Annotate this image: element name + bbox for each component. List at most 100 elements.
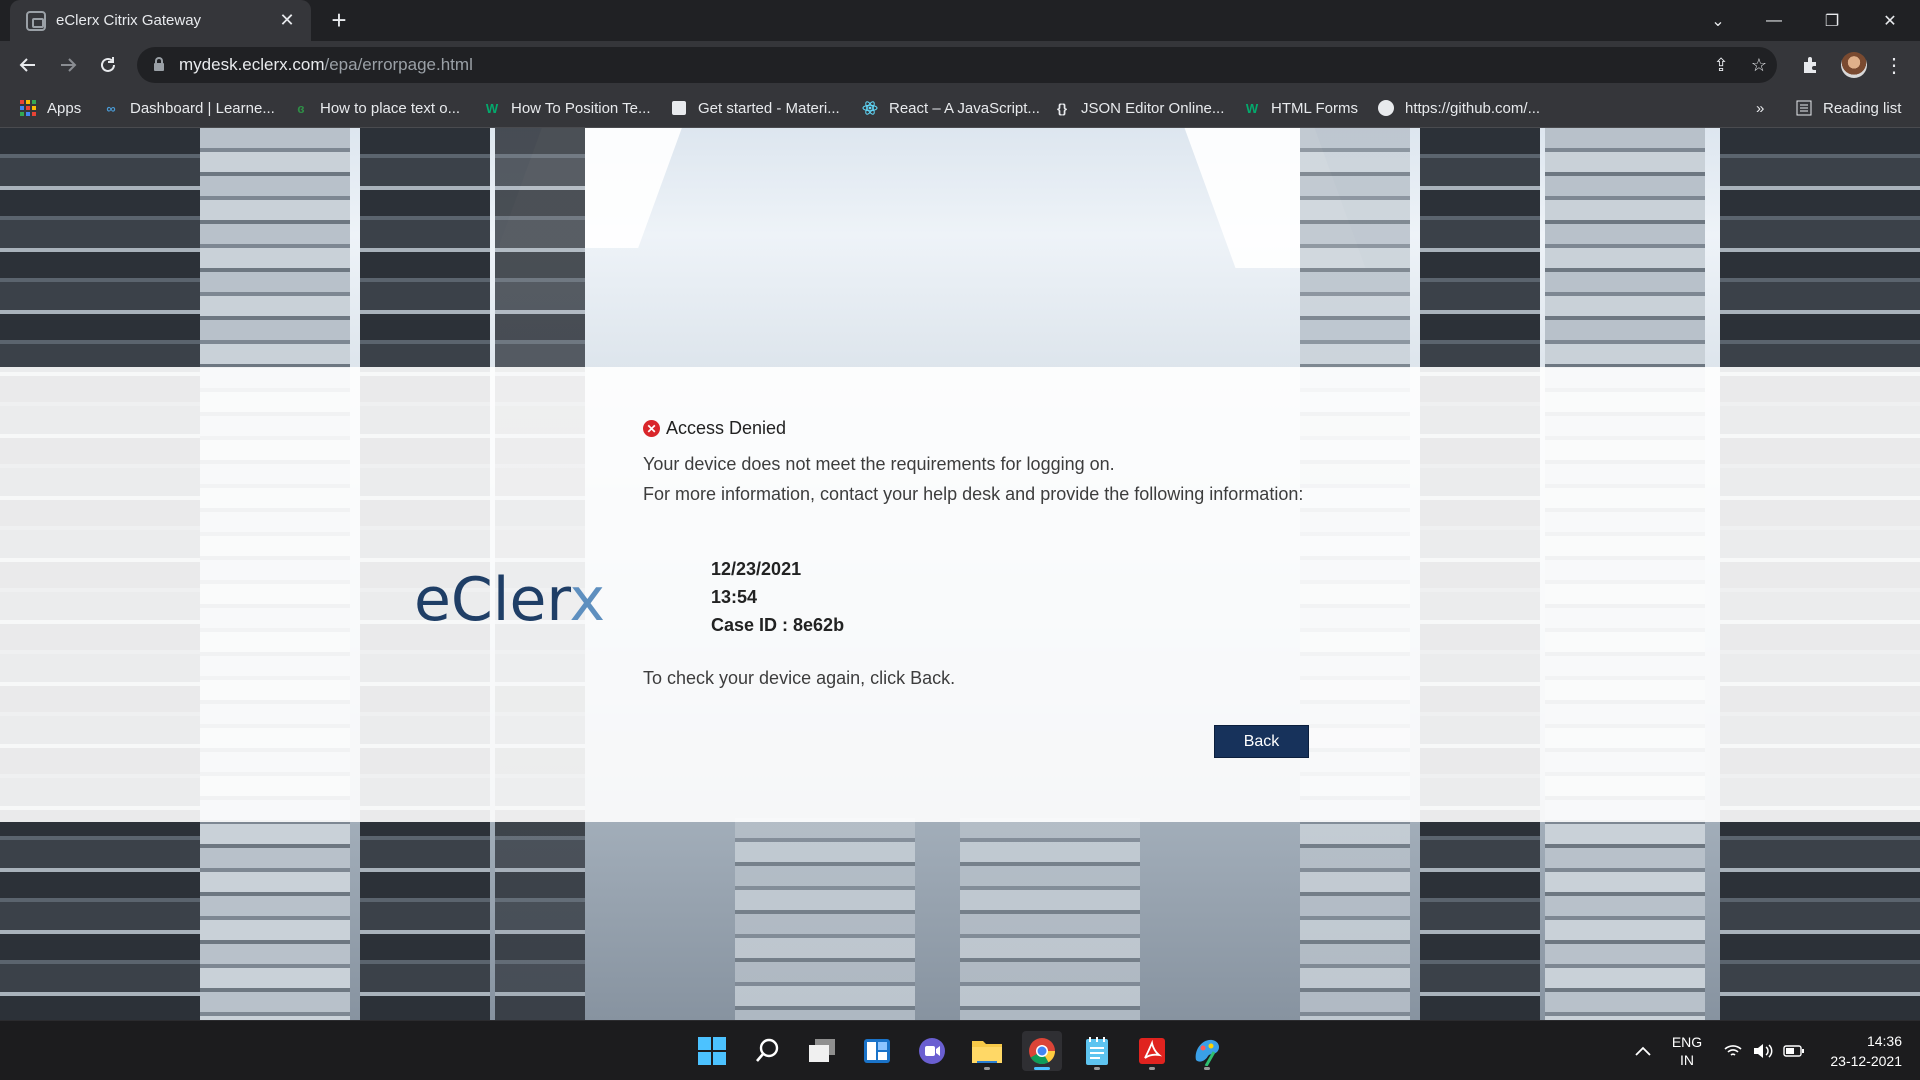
bookmark-label: React – A JavaScript... xyxy=(889,99,1040,117)
bookmark-label: https://github.com/... xyxy=(1405,99,1541,117)
json-braces-icon: {} xyxy=(1056,100,1068,116)
back-button[interactable]: Back xyxy=(1214,725,1309,758)
teams-chat-icon[interactable] xyxy=(912,1031,952,1071)
new-tab-button[interactable]: + xyxy=(325,7,353,35)
bookmark-label: Apps xyxy=(47,99,82,117)
language-indicator[interactable]: ENG IN xyxy=(1668,1021,1706,1080)
github-icon xyxy=(1378,100,1394,116)
show-hidden-icons-icon[interactable] xyxy=(1628,1021,1658,1080)
running-indicator xyxy=(1034,1067,1050,1070)
case-id: Case ID : 8e62b xyxy=(711,615,845,635)
running-indicator xyxy=(1094,1067,1100,1070)
url-path: /epa/errorpage.html xyxy=(324,55,473,74)
lock-icon xyxy=(154,57,164,71)
bookmark-place-text[interactable]: ɞ How to place text o... xyxy=(293,89,460,127)
eclerx-logo: eClerx xyxy=(414,565,605,635)
geeksforgeeks-icon: ɞ xyxy=(297,100,305,116)
bookmark-label: Dashboard | Learne... xyxy=(130,99,275,117)
arrow-left-icon xyxy=(19,58,35,72)
windows-start-icon[interactable] xyxy=(692,1031,732,1071)
reading-list-icon xyxy=(1796,100,1812,116)
arrow-right-icon xyxy=(61,58,77,72)
background-rack xyxy=(960,818,1140,1020)
case-time: 13:54 xyxy=(711,587,758,607)
error-x-icon: ✕ xyxy=(643,420,660,437)
search-icon[interactable] xyxy=(748,1031,788,1071)
logo-main: eCler xyxy=(414,565,570,635)
extensions-puzzle-icon[interactable] xyxy=(1795,49,1827,81)
share-icon[interactable]: ⇪ xyxy=(1711,55,1731,75)
acrobat-icon[interactable] xyxy=(1132,1031,1172,1071)
reading-list-label: Reading list xyxy=(1823,99,1902,117)
bookmark-json-editor[interactable]: {} JSON Editor Online... xyxy=(1054,89,1224,127)
avatar-icon xyxy=(1841,52,1867,78)
close-window-button[interactable]: ✕ xyxy=(1862,0,1918,41)
materialize-icon xyxy=(671,100,687,116)
w3-icon: W xyxy=(1245,100,1259,116)
url-host: mydesk.eclerx.com xyxy=(179,55,325,74)
infinity-icon: ∞ xyxy=(106,100,116,116)
paint-3d-icon[interactable] xyxy=(1187,1031,1227,1071)
background-rack xyxy=(735,818,915,1020)
react-icon xyxy=(862,100,878,116)
wifi-icon[interactable] xyxy=(1720,1021,1746,1080)
notepad-icon[interactable] xyxy=(1077,1031,1117,1071)
reload-button[interactable] xyxy=(92,49,124,81)
reload-icon xyxy=(101,57,115,72)
profile-avatar[interactable] xyxy=(1838,49,1870,81)
minimize-button[interactable]: — xyxy=(1746,0,1802,41)
error-line-1: Your device does not meet the requiremen… xyxy=(643,454,1115,474)
bookmark-react[interactable]: React – A JavaScript... xyxy=(862,89,1040,127)
bookmark-label: Get started - Materi... xyxy=(698,99,840,117)
reading-list-button[interactable]: Reading list xyxy=(1796,89,1901,127)
widgets-icon[interactable] xyxy=(857,1031,897,1071)
tab-strip: eClerx Citrix Gateway ✕ + ⌄ — ❐ ✕ xyxy=(0,0,1920,41)
bookmarks-overflow-button[interactable]: » xyxy=(1756,89,1764,127)
citrix-lock-favicon-icon xyxy=(26,10,46,31)
chrome-menu-icon[interactable]: ⋮ xyxy=(1878,49,1910,81)
restore-button[interactable]: ❐ xyxy=(1804,0,1860,41)
running-indicator xyxy=(984,1067,990,1070)
bookmark-apps[interactable]: Apps xyxy=(20,89,81,127)
battery-icon[interactable] xyxy=(1780,1021,1808,1080)
logo-accent: x xyxy=(569,565,605,635)
tab-close-icon[interactable]: ✕ xyxy=(277,10,297,31)
bookmark-materialize[interactable]: Get started - Materi... xyxy=(671,89,840,127)
task-view-icon[interactable] xyxy=(802,1031,842,1071)
bookmarks-bar: Apps ∞ Dashboard | Learne... ɞ How to pl… xyxy=(0,89,1920,128)
bookmark-html-forms[interactable]: W HTML Forms xyxy=(1244,89,1358,127)
bookmark-label: How to place text o... xyxy=(320,99,461,117)
browser-tab[interactable]: eClerx Citrix Gateway ✕ xyxy=(10,0,311,41)
bookmark-position-text[interactable]: W How To Position Te... xyxy=(484,89,651,127)
bookmark-label: JSON Editor Online... xyxy=(1081,99,1225,117)
w3-icon: W xyxy=(485,100,499,116)
bookmark-label: How To Position Te... xyxy=(511,99,651,117)
tab-title: eClerx Citrix Gateway xyxy=(56,12,202,29)
clock[interactable]: 14:36 23-12-2021 xyxy=(1818,1021,1902,1080)
page-viewport: eClerx ✕ Access Denied Your device does … xyxy=(0,128,1920,1020)
running-indicator xyxy=(1204,1067,1210,1070)
check-again-text: To check your device again, click Back. xyxy=(643,668,956,688)
browser-toolbar: mydesk.eclerx.com/epa/errorpage.html ⇪ ☆… xyxy=(0,41,1920,89)
clock-time: 14:36 xyxy=(1866,1033,1902,1049)
error-title: Access Denied xyxy=(666,418,787,438)
forward-nav-button[interactable] xyxy=(52,49,84,81)
error-line-2: For more information, contact your help … xyxy=(643,484,1304,504)
error-message: ✕ Access Denied Your device does not mee… xyxy=(643,418,1343,504)
case-info: 12/23/2021 13:54 Case ID : 8e62b xyxy=(711,555,844,639)
apps-grid-icon xyxy=(20,100,36,116)
file-explorer-icon[interactable] xyxy=(967,1031,1007,1071)
bookmark-star-icon[interactable]: ☆ xyxy=(1749,55,1769,75)
case-date: 12/23/2021 xyxy=(711,559,802,579)
address-bar[interactable]: mydesk.eclerx.com/epa/errorpage.html ⇪ ☆ xyxy=(137,47,1777,83)
back-nav-button[interactable] xyxy=(12,49,44,81)
bookmark-dashboard[interactable]: ∞ Dashboard | Learne... xyxy=(103,89,275,127)
volume-icon[interactable] xyxy=(1750,1021,1776,1080)
tab-search-button[interactable]: ⌄ xyxy=(1690,0,1746,41)
language-region: IN xyxy=(1680,1052,1694,1068)
language-code: ENG xyxy=(1671,1034,1703,1050)
bookmark-label: HTML Forms xyxy=(1271,99,1358,117)
bookmark-github[interactable]: https://github.com/... xyxy=(1378,89,1540,127)
chrome-icon[interactable] xyxy=(1022,1031,1062,1071)
running-indicator xyxy=(1149,1067,1155,1070)
